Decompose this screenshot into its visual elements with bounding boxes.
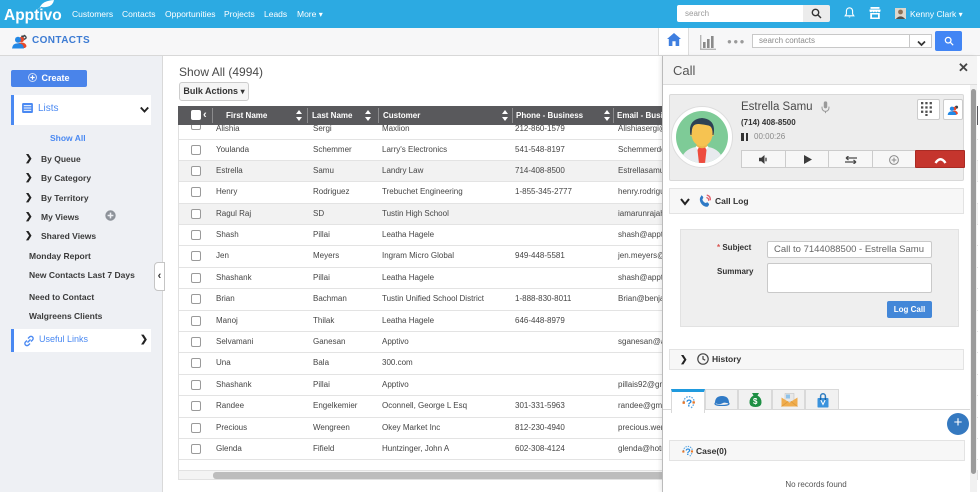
svg-text:?: ? — [686, 398, 692, 409]
svg-text:?: ? — [685, 447, 690, 457]
svg-text:$: $ — [753, 397, 758, 406]
